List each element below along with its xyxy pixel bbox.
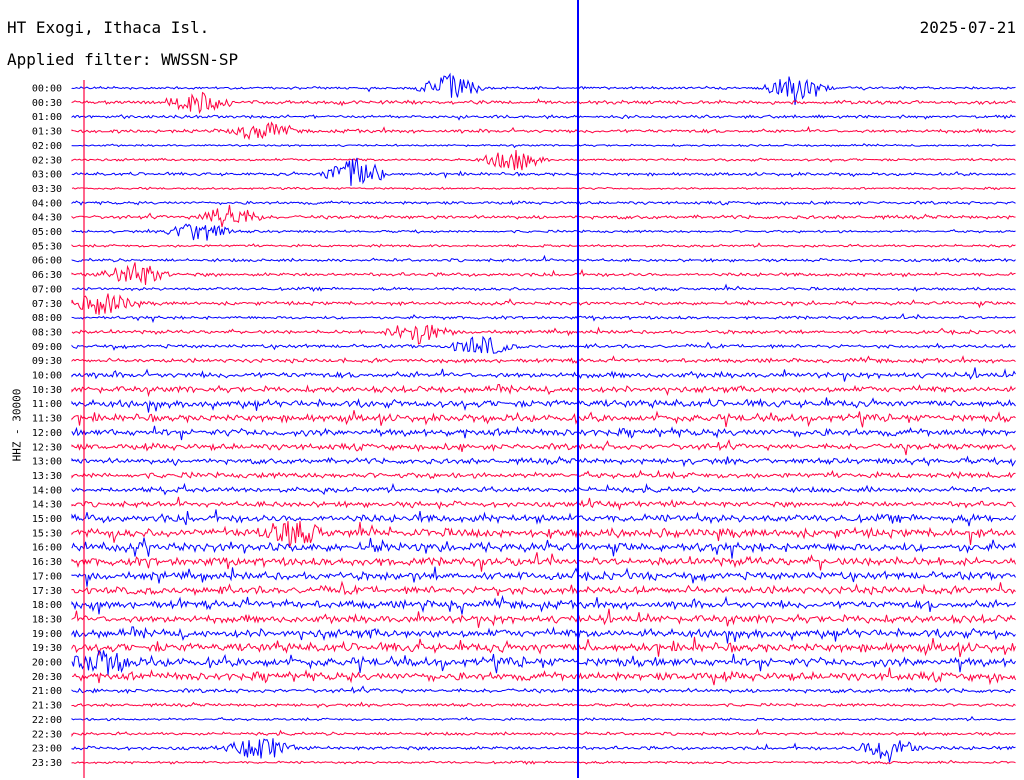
time-label: 02:00: [32, 141, 62, 152]
trace-row-2300: [71, 738, 1016, 763]
trace-row-0830: [71, 324, 1016, 345]
trace-row-1000: [71, 367, 1016, 382]
trace-row-0130: [71, 121, 1016, 141]
helicorder-plot: 00:00 00:30 01:00 01:30 02:00 02:30 03:00 03:30…: [32, 0, 1016, 778]
trace-row-0800: [71, 313, 1016, 324]
trace-row-1900: [71, 626, 1016, 644]
time-label: 12:00: [32, 428, 62, 439]
time-label: 10:30: [32, 385, 62, 396]
trace-row-2330: [71, 759, 1016, 766]
time-label: 23:00: [32, 744, 62, 755]
trace-row-0430: [71, 204, 1016, 228]
time-label: 17:00: [32, 571, 62, 582]
trace-row-2200: [71, 715, 1016, 722]
time-label: 16:00: [32, 543, 62, 554]
time-label: 00:00: [32, 84, 62, 95]
trace-row-2000: [71, 650, 1016, 676]
trace-row-1130: [71, 410, 1016, 428]
trace-row-1930: [71, 636, 1016, 658]
trace-row-1800: [71, 594, 1016, 615]
time-label: 20:00: [32, 658, 62, 669]
time-label: 11:00: [32, 399, 62, 410]
time-label: 05:30: [32, 241, 62, 252]
time-label: 11:30: [32, 414, 62, 425]
time-label: 16:30: [32, 557, 62, 568]
time-label: 21:30: [32, 701, 62, 712]
trace-row-1700: [71, 566, 1016, 587]
trace-row-1030: [71, 383, 1016, 398]
time-label: 09:30: [32, 356, 62, 367]
trace-row-2130: [71, 701, 1016, 709]
time-label: 19:00: [32, 629, 62, 640]
trace-row-0900: [71, 335, 1016, 354]
time-label: 03:00: [32, 170, 62, 181]
trace-row-0600: [71, 254, 1016, 263]
time-label: 18:00: [32, 600, 62, 611]
trace-row-0700: [71, 283, 1016, 292]
trace-row-1400: [71, 482, 1016, 496]
time-label: 09:00: [32, 342, 62, 353]
time-label: 00:30: [32, 98, 62, 109]
time-label: 13:00: [32, 457, 62, 468]
time-label: 23:30: [32, 758, 62, 769]
time-label-group: 00:00 00:30 01:00 01:30 02:00 02:30 03:00 03:30…: [32, 84, 62, 769]
trace-row-1200: [71, 425, 1016, 441]
time-label: 06:30: [32, 270, 62, 281]
trace-row-0400: [71, 199, 1016, 206]
time-label: 21:00: [32, 686, 62, 697]
time-label: 04:30: [32, 213, 62, 224]
trace-row-0000: [71, 72, 1016, 105]
time-label: 05:00: [32, 227, 62, 238]
time-label: 04:00: [32, 198, 62, 209]
time-label: 08:00: [32, 313, 62, 324]
trace-row-0300: [71, 157, 1016, 186]
trace-row-2030: [71, 667, 1016, 686]
time-label: 15:00: [32, 514, 62, 525]
time-label: 14:00: [32, 485, 62, 496]
time-label: 22:30: [32, 729, 62, 740]
trace-row-2230: [71, 728, 1016, 738]
time-label: 15:30: [32, 528, 62, 539]
time-label: 18:30: [32, 614, 62, 625]
trace-row-1300: [71, 455, 1016, 468]
trace-row-0500: [71, 223, 1016, 241]
trace-row-1330: [71, 469, 1016, 480]
time-label: 06:00: [32, 256, 62, 267]
time-label: 14:30: [32, 500, 62, 511]
time-label: 01:00: [32, 112, 62, 123]
trace-row-1500: [71, 509, 1016, 527]
time-label: 22:00: [32, 715, 62, 726]
trace-row-1830: [71, 608, 1016, 628]
trace-row-0030: [71, 91, 1016, 115]
trace-row-1530: [71, 520, 1016, 548]
trace-row-1730: [71, 580, 1016, 597]
time-label: 01:30: [32, 127, 62, 138]
trace-row-1630: [71, 552, 1016, 572]
trace-row-0630: [71, 262, 1016, 286]
time-label: 02:30: [32, 155, 62, 166]
time-label: 07:00: [32, 284, 62, 295]
trace-row-0330: [71, 186, 1016, 191]
trace-row-1100: [71, 397, 1016, 413]
trace-row-1430: [71, 496, 1016, 511]
trace-row-2100: [71, 685, 1016, 695]
time-label: 19:30: [32, 643, 62, 654]
time-label: 08:30: [32, 327, 62, 338]
time-label: 07:30: [32, 299, 62, 310]
trace-row-0100: [71, 114, 1016, 121]
time-label: 20:30: [32, 672, 62, 683]
time-label: 17:30: [32, 586, 62, 597]
time-label: 12:30: [32, 442, 62, 453]
time-label: 13:30: [32, 471, 62, 482]
trace-row-0230: [71, 149, 1016, 171]
time-label: 10:00: [32, 371, 62, 382]
trace-row-0730: [71, 293, 1016, 315]
trace-row-0200: [71, 143, 1016, 149]
trace-row-0930: [71, 355, 1016, 364]
trace-row-0530: [71, 242, 1016, 248]
trace-row-1600: [71, 537, 1016, 559]
trace-group: [71, 72, 1016, 766]
trace-row-1230: [71, 439, 1016, 456]
time-label: 03:30: [32, 184, 62, 195]
